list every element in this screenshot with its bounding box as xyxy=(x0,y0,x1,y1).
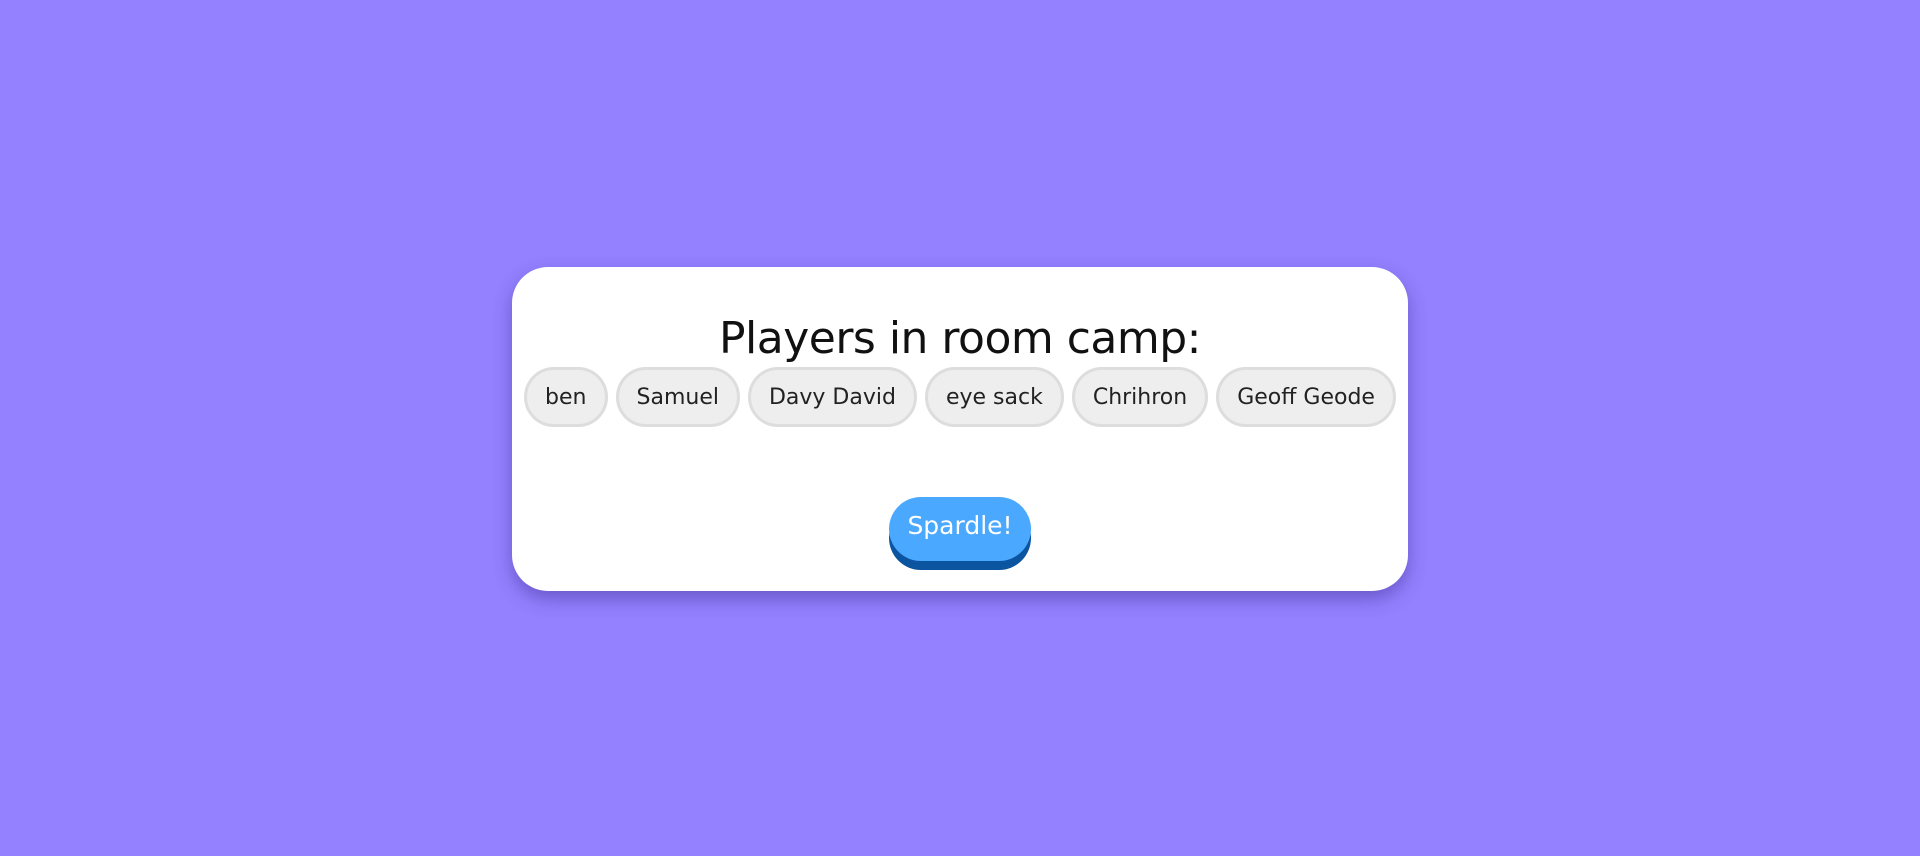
player-list: ben Samuel Davy David eye sack Chrihron … xyxy=(512,367,1408,427)
player-name: ben xyxy=(545,384,587,410)
player-chip: Samuel xyxy=(615,367,740,427)
player-chip: Chrihron xyxy=(1071,367,1209,427)
player-chip: Davy David xyxy=(747,367,917,427)
start-game-button[interactable]: Spardle! xyxy=(889,497,1031,561)
player-chip: ben xyxy=(524,367,608,427)
player-chip: eye sack xyxy=(924,367,1064,427)
player-name: Geoff Geode xyxy=(1237,384,1375,410)
player-name: eye sack xyxy=(945,384,1043,410)
lobby-card: Players in room camp: ben Samuel Davy Da… xyxy=(512,267,1408,591)
player-name: Chrihron xyxy=(1092,384,1188,410)
player-name: Davy David xyxy=(768,384,896,410)
player-chip: Geoff Geode xyxy=(1216,367,1396,427)
player-name: Samuel xyxy=(636,384,719,410)
page-title: Players in room camp: xyxy=(718,313,1202,364)
